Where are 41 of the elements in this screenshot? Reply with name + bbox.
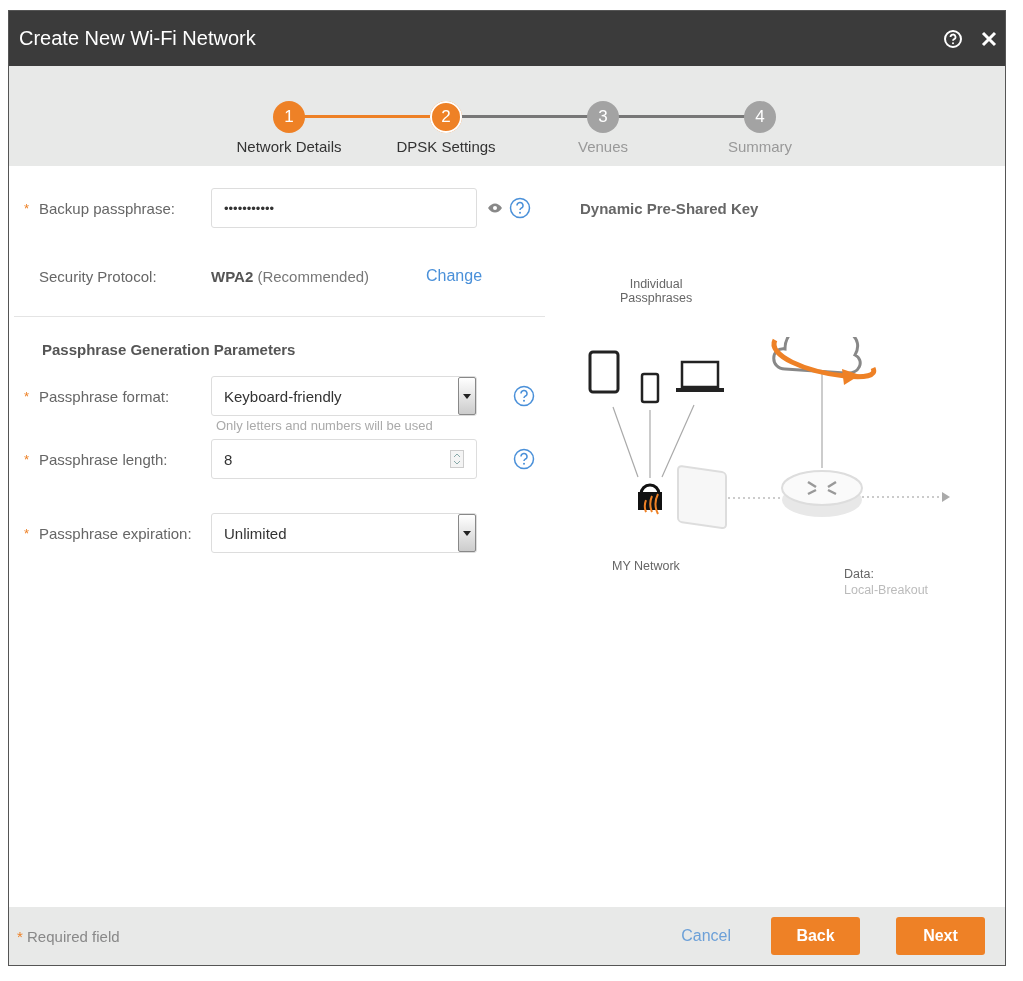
dropdown[interactable]: Unlimited (211, 513, 477, 553)
step-label: Venues (577, 138, 628, 155)
step-number[interactable]: 1 (273, 101, 305, 133)
protocol-value: WPA2 (Recommended) (211, 267, 371, 285)
required-asterisk: * (22, 451, 31, 467)
caret-icon[interactable] (458, 514, 476, 552)
required-asterisk: * (22, 200, 31, 216)
section-title: Passphrase Generation Parameters (42, 341, 297, 358)
step-label: DPSK Settings (396, 138, 496, 155)
next-button[interactable]: Next (896, 917, 985, 955)
window-title: Create New Wi-Fi Network (19, 27, 257, 50)
field-label: Passphrase format: (39, 387, 171, 405)
info-title: Dynamic Pre-Shared Key (580, 200, 760, 217)
field-label: Backup passphrase: (39, 199, 176, 217)
password-input[interactable]: ••••••••••• (211, 188, 477, 228)
change-link[interactable]: Change (426, 267, 483, 285)
field-label: Security Protocol: (39, 267, 158, 285)
step-number[interactable]: 4 (744, 101, 776, 133)
eye-icon[interactable] (487, 203, 503, 213)
step-label: Network Details (236, 138, 342, 155)
dropdown[interactable]: Keyboard-friendly (211, 376, 477, 416)
step-number[interactable]: 2 (430, 101, 462, 133)
step-number[interactable]: 3 (587, 101, 619, 133)
back-button[interactable]: Back (771, 917, 860, 955)
diagram-caption: MY Network (612, 559, 680, 573)
field-hint: Only letters and numbers will be used (216, 418, 434, 433)
number-input[interactable]: 8 (211, 439, 477, 479)
diagram-caption: Individual Passphrases (620, 277, 693, 305)
spinner-icon[interactable] (450, 450, 464, 468)
required-note: Required field (27, 927, 120, 945)
diagram-caption: Data: (844, 567, 874, 581)
required-asterisk: * (22, 525, 31, 541)
close-icon[interactable] (981, 30, 997, 47)
cancel-button[interactable]: Cancel (675, 926, 737, 946)
step-label: Summary (727, 138, 793, 155)
caret-icon[interactable] (458, 377, 476, 415)
required-asterisk: * (17, 927, 23, 945)
required-asterisk: * (22, 388, 31, 404)
field-label: Passphrase length: (39, 450, 169, 468)
field-label: Passphrase expiration: (39, 524, 193, 542)
diagram-caption: Local-Breakout (844, 583, 929, 597)
